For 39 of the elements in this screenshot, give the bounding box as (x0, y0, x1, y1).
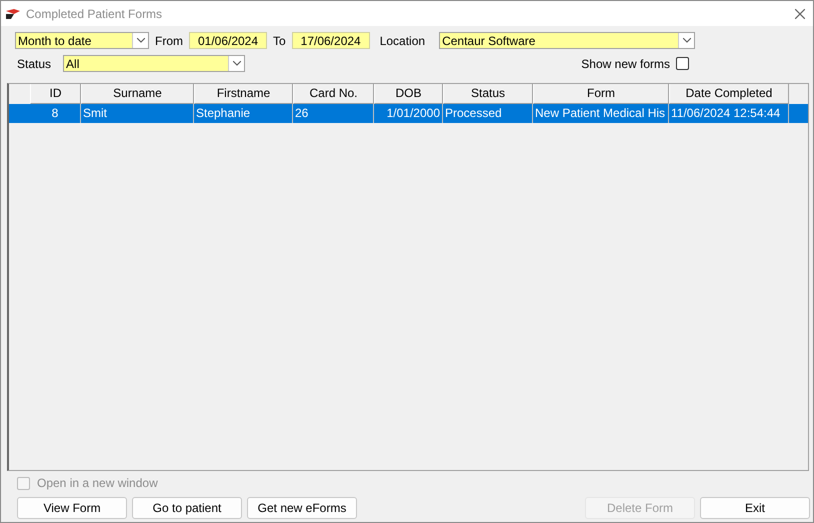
table-cell: 26 (293, 104, 374, 123)
action-button[interactable]: Get new eForms (247, 497, 357, 519)
status-dropdown[interactable]: All (63, 55, 246, 72)
caret-icon (232, 61, 241, 66)
table-cell: 1/01/2000 (374, 104, 443, 123)
action-button[interactable]: Exit (700, 497, 810, 519)
column-header[interactable]: Status (443, 84, 533, 104)
caret-icon (136, 38, 144, 43)
show-new-forms-label: Show new forms (580, 56, 671, 70)
location-label: Location (378, 34, 426, 48)
column-header[interactable]: ID (30, 84, 81, 104)
action-button[interactable]: Go to patient (132, 497, 242, 519)
column-header[interactable]: Firstname (194, 84, 293, 104)
app-logo-icon (5, 8, 21, 20)
column-header[interactable]: DOB (374, 84, 443, 104)
close-icon[interactable] (795, 8, 805, 18)
from-date-field[interactable]: 01/06/2024 (189, 32, 267, 49)
column-header[interactable]: Surname (81, 84, 194, 104)
open-in-new-window-label: Open in a new window (36, 476, 159, 490)
table-cell: Smit (81, 104, 194, 123)
column-header[interactable]: Card No. (293, 84, 374, 104)
status-label: Status (16, 56, 52, 70)
window-title: Completed Patient Forms (26, 6, 164, 20)
table-cell: 11/06/2024 12:54:44 (669, 104, 789, 123)
table-cell: Processed (443, 104, 533, 123)
location-dropdown[interactable]: Centaur Software (439, 32, 696, 49)
from-label: From (154, 34, 184, 48)
table-row[interactable]: 8 Smit Stephanie 26 1/01/2000 Processed New Patient Medical His 11/06/2024 12:54:44 (9, 104, 808, 123)
table-cell: 8 (30, 104, 81, 123)
period-dropdown[interactable]: Month to date (15, 32, 149, 49)
table-cell: Stephanie (194, 104, 293, 123)
column-header[interactable]: Form (533, 84, 669, 104)
table-cell: New Patient Medical His (533, 104, 669, 123)
to-date-field[interactable]: 17/06/2024 (292, 32, 370, 49)
column-header[interactable]: Date Completed (669, 84, 789, 104)
action-button[interactable]: View Form (17, 497, 127, 519)
show-new-forms-checkbox[interactable] (676, 57, 689, 70)
to-label: To (272, 34, 287, 48)
caret-icon (682, 38, 691, 43)
